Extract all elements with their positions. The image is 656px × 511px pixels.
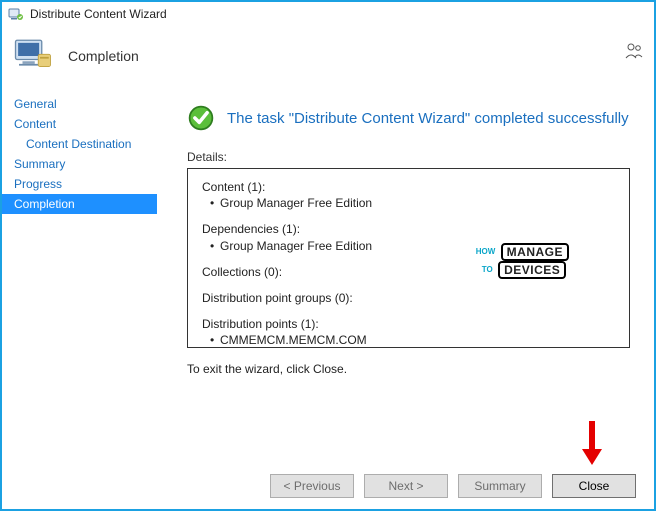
details-dp-item: CMMEMCM.MEMCM.COM xyxy=(202,332,615,348)
result-row: The task "Distribute Content Wizard" com… xyxy=(187,104,630,132)
result-message: The task "Distribute Content Wizard" com… xyxy=(227,110,629,127)
sidebar-item-progress[interactable]: Progress xyxy=(2,174,157,194)
wizard-header: Completion xyxy=(2,26,654,86)
details-dependencies-header: Dependencies (1): xyxy=(202,221,615,237)
sidebar-item-general[interactable]: General xyxy=(2,94,157,114)
success-check-icon xyxy=(187,104,215,132)
details-box: Content (1): Group Manager Free Edition … xyxy=(187,168,630,348)
watermark-to: TO xyxy=(482,266,493,274)
watermark: HOW MANAGE TO DEVICES xyxy=(476,243,569,279)
app-icon xyxy=(8,6,24,22)
content-pane: The task "Distribute Content Wizard" com… xyxy=(157,86,654,461)
details-content-item: Group Manager Free Edition xyxy=(202,195,615,211)
users-icon xyxy=(624,42,644,60)
watermark-how: HOW xyxy=(476,248,496,256)
watermark-devices: DEVICES xyxy=(498,261,566,279)
wizard-footer: < Previous Next > Summary Close xyxy=(2,461,654,509)
wizard-body: General Content Content Destination Summ… xyxy=(2,86,654,461)
previous-button: < Previous xyxy=(270,474,354,498)
watermark-manage: MANAGE xyxy=(501,243,569,261)
computer-icon xyxy=(12,37,54,75)
header-title: Completion xyxy=(68,48,139,64)
sidebar-item-summary[interactable]: Summary xyxy=(2,154,157,174)
details-label: Details: xyxy=(187,150,630,164)
next-button: Next > xyxy=(364,474,448,498)
details-dp-header: Distribution points (1): xyxy=(202,316,615,332)
window-title: Distribute Content Wizard xyxy=(30,7,167,21)
titlebar: Distribute Content Wizard xyxy=(2,2,654,26)
close-button[interactable]: Close xyxy=(552,474,636,498)
sidebar-nav: General Content Content Destination Summ… xyxy=(2,86,157,461)
summary-button: Summary xyxy=(458,474,542,498)
sidebar-item-content-destination[interactable]: Content Destination xyxy=(2,134,157,154)
wizard-window: Distribute Content Wizard Completion Gen… xyxy=(0,0,656,511)
details-content-header: Content (1): xyxy=(202,179,615,195)
details-dpg-header: Distribution point groups (0): xyxy=(202,290,615,306)
sidebar-item-completion[interactable]: Completion xyxy=(2,194,157,214)
exit-instruction: To exit the wizard, click Close. xyxy=(187,362,630,376)
sidebar-item-content[interactable]: Content xyxy=(2,114,157,134)
